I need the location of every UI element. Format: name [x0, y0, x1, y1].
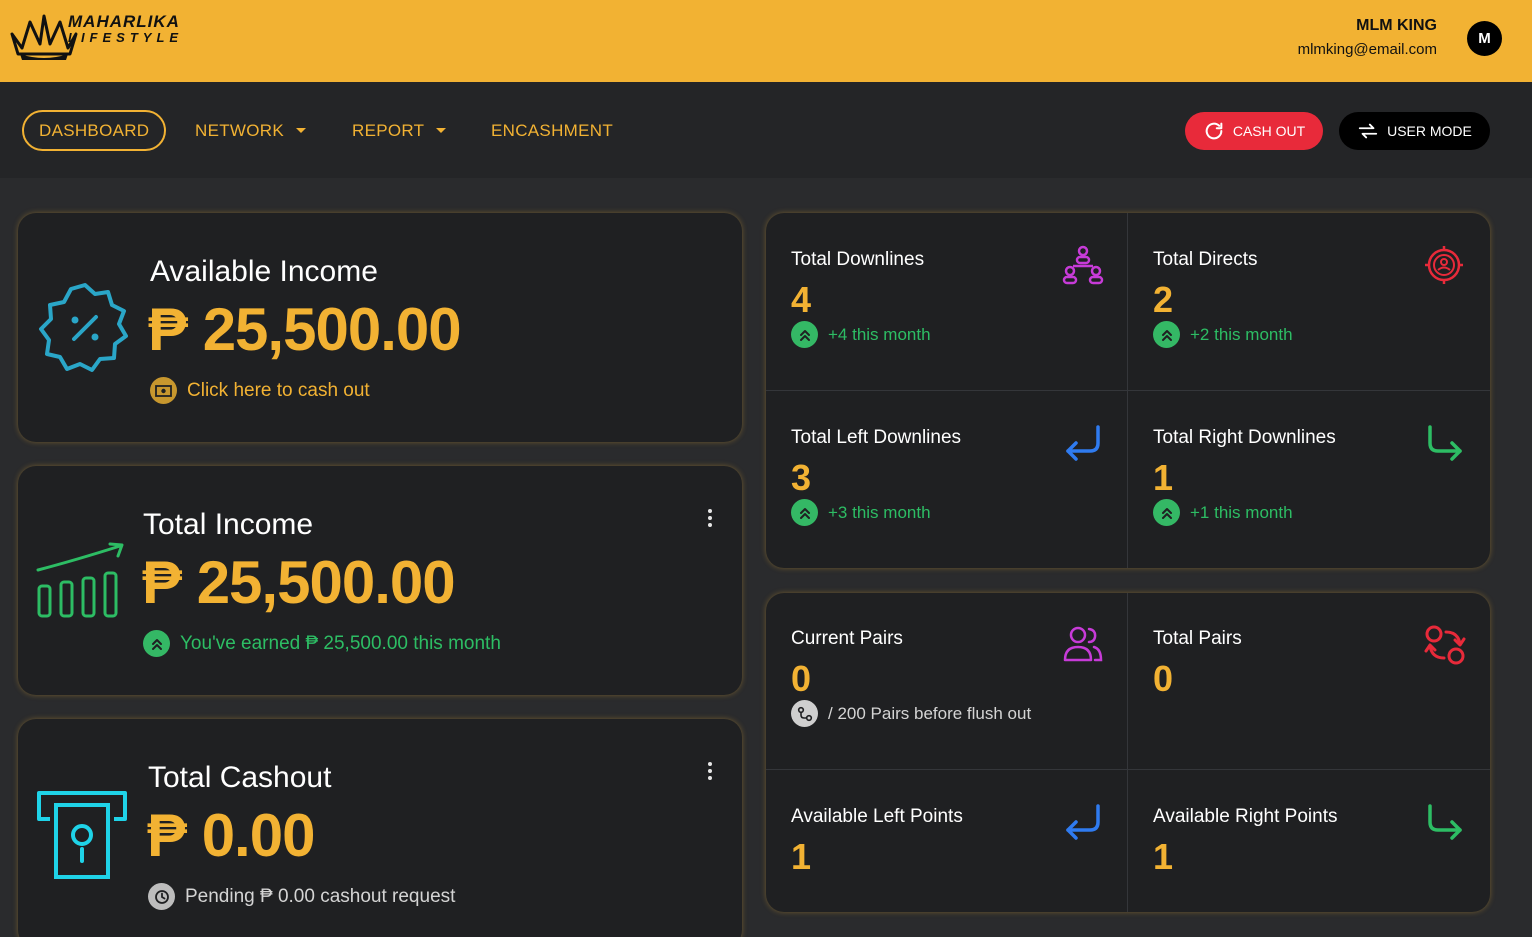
growth-chart-icon [36, 542, 124, 618]
total-left-downlines-stat: Total Left Downlines 3 +3 this month [791, 425, 1106, 547]
hierarchy-icon [1062, 245, 1104, 285]
cash-out-button[interactable]: CASH OUT [1185, 112, 1323, 150]
total-cashout-card: Total Cashout ₱ 0.00 Pending ₱ 0.00 cash… [18, 719, 742, 937]
current-pairs-note-text: / 200 Pairs before flush out [828, 703, 1032, 723]
cash-icon [150, 377, 177, 404]
total-left-downlines-title: Total Left Downlines [791, 427, 962, 448]
total-income-amount: ₱ 25,500.00 [142, 549, 456, 616]
total-left-downlines-value: 3 [791, 457, 812, 498]
total-pairs-value: 0 [1153, 658, 1174, 699]
arrow-return-right-icon [1428, 425, 1462, 461]
kebab-menu-icon[interactable] [708, 509, 712, 530]
total-right-downlines-stat: Total Right Downlines 1 +1 this month [1153, 425, 1468, 547]
nav-encashment[interactable]: ENCASHMENT [491, 110, 613, 151]
user-mode-button[interactable]: USER MODE [1339, 112, 1490, 150]
divider [766, 390, 1490, 391]
cash-out-link[interactable]: Click here to cash out [150, 377, 370, 404]
trend-up-icon [791, 321, 818, 348]
total-right-downlines-delta: +1 this month [1153, 499, 1293, 526]
clock-icon [148, 883, 175, 910]
user-name: MLM KING [1356, 17, 1437, 34]
target-user-icon [1425, 246, 1463, 284]
brand-line1: MAHARLIKA [68, 12, 180, 31]
total-directs-delta-text: +2 this month [1190, 324, 1293, 344]
nav-report-label: REPORT [352, 120, 425, 140]
swap-icon [1358, 123, 1378, 139]
chevron-down-icon [295, 128, 306, 133]
available-right-points-title: Available Right Points [1153, 806, 1338, 827]
brand-name[interactable]: MAHARLIKA LIFESTYLE [68, 12, 184, 46]
refresh-icon [1205, 122, 1223, 140]
total-directs-delta: +2 this month [1153, 321, 1293, 348]
arrow-return-right-icon [1428, 804, 1462, 840]
nav-dashboard-label: DASHBOARD [39, 120, 150, 140]
total-downlines-value: 4 [791, 279, 812, 320]
total-downlines-stat: Total Downlines 4 +4 this month [791, 245, 1106, 369]
total-right-downlines-delta-text: +1 this month [1190, 502, 1293, 522]
nav-encashment-label: ENCASHMENT [491, 120, 614, 140]
total-downlines-title: Total Downlines [791, 249, 925, 270]
nav-dashboard[interactable]: DASHBOARD [22, 110, 167, 151]
trend-up-icon [791, 499, 818, 526]
downlines-card: Total Downlines 4 +4 this month Total Di… [766, 213, 1490, 568]
total-directs-stat: Total Directs 2 +2 this month [1153, 246, 1468, 369]
nav-bar: DASHBOARD NETWORK REPORT ENCASHMENT CASH… [0, 82, 1532, 178]
current-pairs-title: Current Pairs [791, 628, 903, 649]
total-directs-title: Total Directs [1153, 249, 1258, 270]
user-mode-label: USER MODE [1387, 123, 1472, 139]
total-cashout-note-text: Pending ₱ 0.00 cashout request [185, 885, 456, 907]
flow-icon [791, 700, 818, 727]
cash-out-link-label: Click here to cash out [187, 379, 370, 401]
trend-up-icon [1153, 321, 1180, 348]
available-left-points-stat: Available Left Points 1 [791, 804, 1106, 896]
nav-network[interactable]: NETWORK [195, 110, 306, 151]
total-pairs-title: Total Pairs [1153, 628, 1242, 649]
available-income-card: Available Income ₱ 25,500.00 Click here … [18, 213, 742, 442]
available-right-points-stat: Available Right Points 1 [1153, 804, 1468, 896]
total-downlines-delta: +4 this month [791, 321, 931, 348]
total-right-downlines-value: 1 [1153, 457, 1174, 498]
total-left-downlines-delta-text: +3 this month [828, 502, 931, 522]
total-income-note: You've earned ₱ 25,500.00 this month [143, 630, 501, 657]
divider [766, 769, 1490, 770]
current-pairs-note: / 200 Pairs before flush out [791, 700, 1031, 727]
trend-up-icon [143, 630, 170, 657]
users-icon [1063, 626, 1103, 662]
available-right-points-value: 1 [1153, 836, 1174, 877]
total-income-title: Total Income [143, 508, 314, 541]
available-left-points-title: Available Left Points [791, 806, 963, 827]
available-left-points-value: 1 [791, 836, 812, 877]
nav-network-label: NETWORK [195, 120, 284, 140]
avatar[interactable]: M [1467, 21, 1502, 56]
brand-line2: LIFESTYLE [68, 30, 184, 45]
discount-badge-icon [39, 283, 128, 372]
exchange-icon [1424, 625, 1466, 665]
atm-icon [37, 791, 127, 879]
arrow-return-left-icon [1066, 425, 1100, 461]
total-directs-value: 2 [1153, 279, 1174, 320]
total-pairs-stat: Total Pairs 0 [1153, 625, 1468, 748]
divider [1127, 593, 1128, 912]
chevron-down-icon [436, 128, 447, 133]
total-downlines-delta-text: +4 this month [828, 324, 931, 344]
total-cashout-amount: ₱ 0.00 [147, 802, 315, 869]
available-income-title: Available Income [150, 255, 378, 288]
total-cashout-note: Pending ₱ 0.00 cashout request [148, 883, 455, 910]
trend-up-icon [1153, 499, 1180, 526]
available-income-amount: ₱ 25,500.00 [148, 296, 462, 363]
total-right-downlines-title: Total Right Downlines [1153, 427, 1336, 448]
total-income-card: Total Income ₱ 25,500.00 You've earned ₱… [18, 466, 742, 695]
top-header: MAHARLIKA LIFESTYLE MLM KING mlmking@ema… [0, 0, 1532, 82]
cash-out-label: CASH OUT [1232, 123, 1306, 139]
user-email: mlmking@email.com [1297, 41, 1437, 58]
current-pairs-stat: Current Pairs 0 / 200 Pairs before flush… [791, 626, 1106, 748]
nav-report[interactable]: REPORT [352, 110, 447, 151]
pairs-card: Current Pairs 0 / 200 Pairs before flush… [766, 593, 1490, 912]
total-income-note-text: You've earned ₱ 25,500.00 this month [180, 632, 501, 654]
arrow-return-left-icon [1066, 804, 1100, 840]
total-left-downlines-delta: +3 this month [791, 499, 931, 526]
kebab-menu-icon[interactable] [708, 762, 712, 783]
current-pairs-value: 0 [791, 658, 812, 699]
total-cashout-title: Total Cashout [148, 761, 332, 794]
